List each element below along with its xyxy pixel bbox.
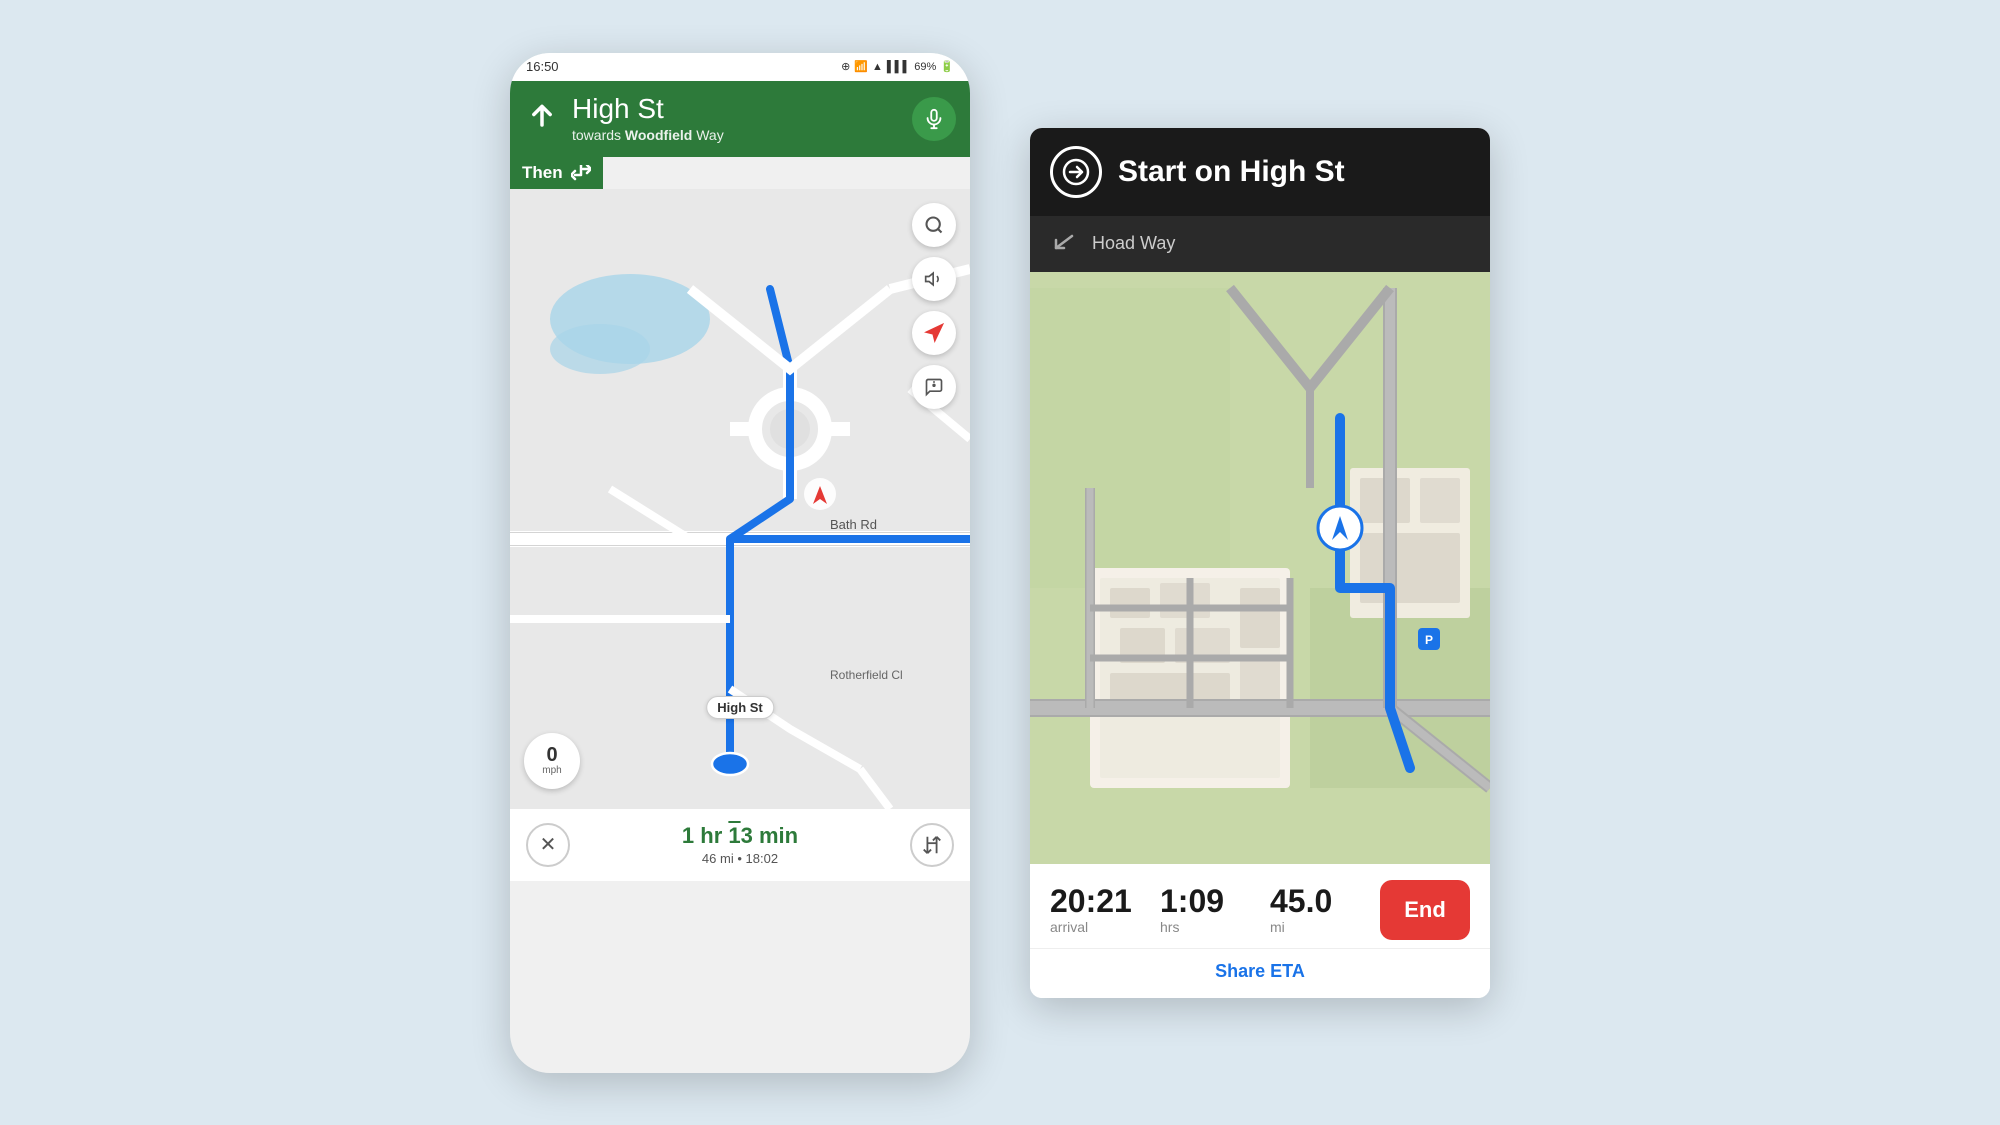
sub-street-label: Hoad Way bbox=[1092, 233, 1175, 254]
eta-distance: 46 mi bbox=[702, 851, 734, 866]
main-street-label: Start on High St bbox=[1118, 155, 1345, 189]
right-phone: Start on High St Hoad Way bbox=[1030, 128, 1490, 998]
location-icon-status: ⊕ bbox=[841, 60, 850, 73]
eta-time-display: 1 hr 13 min bbox=[682, 823, 798, 849]
mi-label: mi bbox=[1270, 919, 1380, 935]
svg-text:Rotherfield Cl: Rotherfield Cl bbox=[830, 668, 903, 682]
map-area-right: P bbox=[1030, 272, 1490, 864]
nav-header-right-sub: Hoad Way bbox=[1030, 216, 1490, 272]
battery-display: 69% bbox=[914, 61, 936, 73]
eta-text: 1 hr 13 min bbox=[682, 823, 798, 848]
then-label: Then bbox=[522, 163, 563, 183]
map-controls bbox=[912, 203, 956, 409]
towards-suffix: Way bbox=[692, 127, 723, 143]
nav-header-right-top: Start on High St bbox=[1030, 128, 1490, 216]
nav-header-left: High St towards Woodfield Way bbox=[510, 81, 970, 157]
end-button[interactable]: End bbox=[1380, 880, 1470, 940]
arrival-value: 20:21 bbox=[1050, 885, 1160, 917]
circle-arrow-icon bbox=[1050, 146, 1102, 198]
svg-text:Bath Rd: Bath Rd bbox=[830, 517, 877, 532]
mic-button[interactable] bbox=[912, 97, 956, 141]
arrival-stat: 20:21 arrival bbox=[1050, 885, 1160, 935]
street-bold: High bbox=[572, 93, 630, 124]
bottom-stats: 20:21 arrival 1:09 hrs 45.0 mi End bbox=[1030, 864, 1490, 948]
street-label-high-st: High St bbox=[706, 696, 774, 719]
direction-arrow-up bbox=[524, 100, 560, 136]
routes-button[interactable] bbox=[910, 823, 954, 867]
wifi-icon: ▲ bbox=[872, 61, 883, 73]
street-suffix: St bbox=[630, 93, 664, 124]
nav-header-left-content: High St towards Woodfield Way bbox=[524, 94, 724, 143]
eta-info: 1 hr 13 min 46 mi • 18:02 bbox=[682, 823, 798, 866]
mi-value: 45.0 bbox=[1270, 885, 1380, 917]
towards-bold: Woodfield bbox=[625, 127, 692, 143]
share-eta-bar: Share ETA bbox=[1030, 948, 1490, 998]
sound-button[interactable] bbox=[912, 257, 956, 301]
eta-separator: • bbox=[737, 851, 745, 866]
towards-info: towards Woodfield Way bbox=[572, 127, 724, 143]
signal-icon: ▌▌▌ bbox=[887, 61, 910, 73]
eta-details: 46 mi • 18:02 bbox=[682, 851, 798, 866]
time-display: 16:50 bbox=[526, 59, 559, 74]
high-st-chip: High St bbox=[706, 696, 774, 719]
mi-stat: 45.0 mi bbox=[1270, 885, 1380, 935]
hrs-stat: 1:09 hrs bbox=[1160, 885, 1270, 935]
bottom-bar-left: ✕ 1 hr 13 min 46 mi • 18:02 bbox=[510, 809, 970, 881]
location-button[interactable] bbox=[912, 311, 956, 355]
map-area-left: Bath Rd Bath Rd Rotherfield Cl bbox=[510, 189, 970, 809]
svg-text:P: P bbox=[1425, 633, 1433, 647]
towards-label: towards bbox=[572, 127, 621, 143]
search-button[interactable] bbox=[912, 203, 956, 247]
street-info: High St towards Woodfield Way bbox=[572, 94, 724, 143]
speed-display: 0 mph bbox=[524, 733, 580, 789]
cancel-button[interactable]: ✕ bbox=[526, 823, 570, 867]
eta-arrival-time: 18:02 bbox=[746, 851, 779, 866]
sim-icon: 📶 bbox=[854, 60, 868, 73]
main-container: 16:50 ⊕ 📶 ▲ ▌▌▌ 69% 🔋 High S bbox=[0, 0, 2000, 1125]
battery-icon: 🔋 bbox=[940, 60, 954, 73]
street-name: High St bbox=[572, 94, 724, 125]
feedback-button[interactable] bbox=[912, 365, 956, 409]
then-badge: Then bbox=[510, 157, 603, 189]
speed-value: 0 bbox=[546, 745, 557, 765]
status-bar-left: 16:50 ⊕ 📶 ▲ ▌▌▌ 69% 🔋 bbox=[510, 53, 970, 81]
hrs-label: hrs bbox=[1160, 919, 1270, 935]
status-icons: ⊕ 📶 ▲ ▌▌▌ 69% 🔋 bbox=[841, 60, 954, 73]
hrs-value: 1:09 bbox=[1160, 885, 1270, 917]
left-phone: 16:50 ⊕ 📶 ▲ ▌▌▌ 69% 🔋 High S bbox=[510, 53, 970, 1073]
share-eta-button[interactable]: Share ETA bbox=[1215, 961, 1305, 982]
arrival-label: arrival bbox=[1050, 919, 1160, 935]
speed-unit: mph bbox=[542, 765, 561, 776]
